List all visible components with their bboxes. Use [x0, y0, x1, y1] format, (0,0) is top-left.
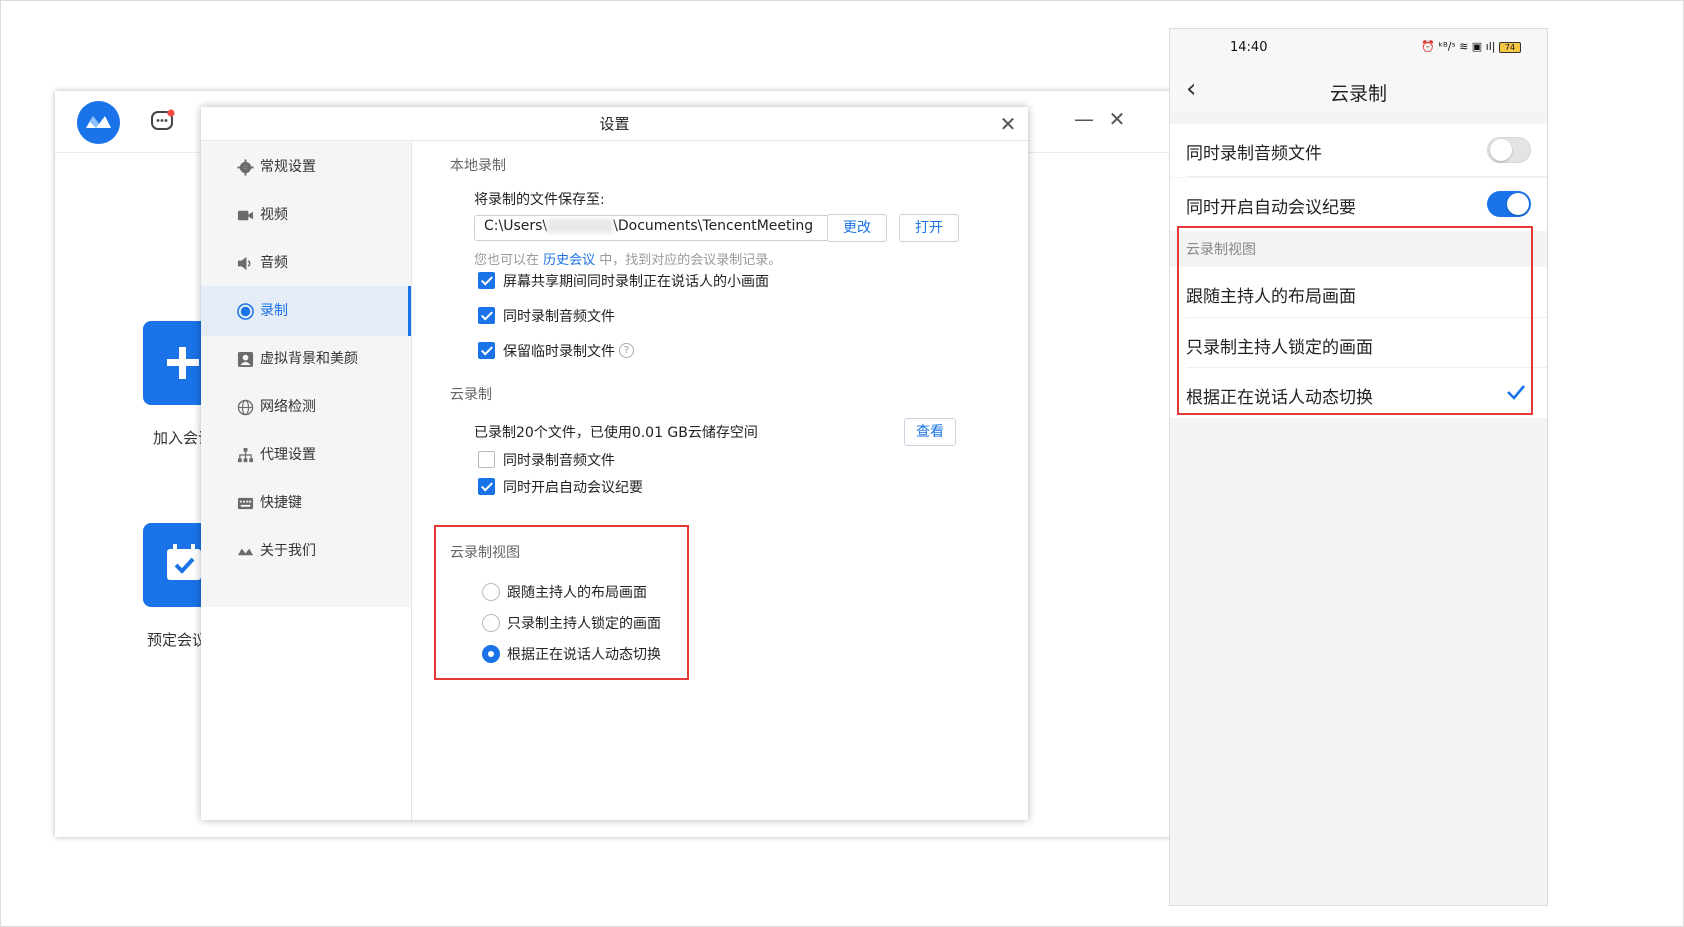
- cloud-option-checkbox[interactable]: [478, 451, 495, 468]
- view-cloud-button[interactable]: 查看: [904, 418, 956, 446]
- cloud-view-option[interactable]: 根据正在说话人动态切换: [482, 644, 662, 664]
- settings-content: 本地录制 将录制的文件保存至: C:\Users\ \Documents\Tenc…: [413, 142, 1028, 820]
- cloud-view-option[interactable]: 跟随主持人的布局画面: [482, 582, 652, 602]
- portrait-icon: [237, 351, 254, 368]
- video-icon: [237, 210, 254, 221]
- sidebar-item-label: 关于我们: [260, 543, 316, 559]
- close-button[interactable]: ✕: [1105, 107, 1129, 131]
- save-to-label: 将录制的文件保存至:: [474, 192, 605, 208]
- cloud-view-radio[interactable]: [482, 645, 500, 663]
- cloud-view-label: 根据正在说话人动态切换: [507, 647, 661, 663]
- cloud-view-radio[interactable]: [482, 583, 500, 601]
- local-option-checkbox[interactable]: [478, 307, 495, 324]
- help-icon[interactable]: ?: [619, 343, 634, 358]
- record-icon: [237, 303, 254, 320]
- path-prefix: C:\Users\: [484, 218, 548, 234]
- sidebar-item-label: 快捷键: [260, 495, 302, 511]
- cloud-option-label: 同时开启自动会议纪要: [503, 480, 643, 496]
- phone-page-title: 云录制: [1329, 83, 1387, 105]
- cloud-option-row[interactable]: 同时录制音频文件: [478, 450, 628, 470]
- phone-toggle-switch[interactable]: [1487, 191, 1531, 217]
- phone-nav-bar: ‹ 云录制: [1170, 67, 1547, 113]
- phone-highlight-box: [1177, 226, 1533, 415]
- dialog-title: 设置: [201, 107, 1028, 141]
- sidebar-item-virtual-background[interactable]: 虚拟背景和美颜: [201, 334, 411, 384]
- speaker-icon: [237, 256, 251, 271]
- sidebar-item-recording[interactable]: 录制: [201, 286, 411, 336]
- phone-toggle-label: 同时开启自动会议纪要: [1186, 198, 1356, 218]
- cloud-option-checkbox[interactable]: [478, 478, 495, 495]
- phone-toggle-row: 同时开启自动会议纪要: [1170, 178, 1547, 231]
- sidebar-item-general[interactable]: 常规设置: [201, 142, 411, 192]
- local-option-checkbox[interactable]: [478, 272, 495, 289]
- chat-icon[interactable]: [149, 108, 176, 135]
- sidebar-item-network-check[interactable]: 网络检测: [201, 382, 411, 432]
- history-meetings-link[interactable]: 历史会议: [543, 253, 595, 268]
- toggle-knob: [1507, 193, 1529, 215]
- sidebar-item-label: 代理设置: [260, 447, 316, 463]
- local-option-label: 保留临时录制文件: [503, 344, 615, 360]
- cloud-recording-title: 云录制: [450, 387, 492, 403]
- cloud-view-label: 跟随主持人的布局画面: [507, 585, 647, 601]
- sidebar-item-shortcuts[interactable]: 快捷键: [201, 478, 411, 528]
- settings-sidebar: 常规设置 视频 音频 录制 虚拟背景和美颜 网络检测 代理设置 快捷键 关于我们: [201, 142, 412, 820]
- phone-toggle-label: 同时录制音频文件: [1186, 144, 1322, 164]
- local-option-row[interactable]: 同时录制音频文件: [478, 306, 628, 326]
- phone-time: 14:40: [1230, 40, 1268, 55]
- app-logo-icon: [77, 101, 120, 144]
- sidebar-item-label: 音频: [260, 255, 288, 271]
- cloud-option-row[interactable]: 同时开启自动会议纪要: [478, 477, 648, 497]
- sidebar-item-label: 常规设置: [260, 159, 316, 175]
- sidebar-item-label: 虚拟背景和美颜: [260, 351, 358, 367]
- change-path-button[interactable]: 更改: [827, 214, 887, 242]
- network-icon: [237, 447, 254, 463]
- open-folder-button[interactable]: 打开: [899, 214, 959, 242]
- local-option-row[interactable]: 屏幕共享期间同时录制正在说话人的小画面: [478, 271, 778, 291]
- local-option-label: 屏幕共享期间同时录制正在说话人的小画面: [503, 274, 769, 290]
- local-option-checkbox[interactable]: [478, 342, 495, 359]
- sidebar-blank-area: [201, 607, 411, 820]
- sidebar-item-proxy[interactable]: 代理设置: [201, 430, 411, 480]
- globe-icon: [237, 399, 254, 416]
- gear-icon: [237, 159, 254, 176]
- sidebar-item-label: 录制: [260, 303, 288, 319]
- redacted-username: [547, 219, 614, 233]
- history-hint: 您也可以在 历史会议 中，找到对应的会议录制记录。: [474, 249, 781, 268]
- logo-icon: [237, 548, 254, 556]
- status-glyphs: ⏰ ᵏᴮ/ˢ ≋ ▣ ıl|: [1421, 40, 1496, 53]
- phone-toggle-row: 同时录制音频文件: [1170, 124, 1547, 177]
- row-divider: [1186, 176, 1547, 177]
- battery-icon: 74: [1499, 41, 1521, 53]
- hint-before: 您也可以在: [474, 253, 544, 268]
- phone-status-bar: 14:40 ⏰ ᵏᴮ/ˢ ≋ ▣ ıl| 74: [1170, 29, 1547, 67]
- sidebar-item-about[interactable]: 关于我们: [201, 526, 411, 576]
- local-option-label: 同时录制音频文件: [503, 309, 615, 325]
- cloud-usage-text: 已录制20个文件，已使用0.01 GB云储存空间: [474, 425, 758, 441]
- local-recording-title: 本地录制: [450, 158, 506, 174]
- settings-dialog: 设置 ✕ 常规设置 视频 音频 录制 虚拟背景和美颜 网络检测 代理设置 快捷键…: [201, 107, 1028, 820]
- minimize-button[interactable]: —: [1072, 107, 1096, 131]
- dialog-close-button[interactable]: ✕: [996, 112, 1020, 136]
- keyboard-icon: [237, 497, 254, 510]
- status-icons: ⏰ ᵏᴮ/ˢ ≋ ▣ ıl| 74: [1421, 40, 1521, 53]
- cloud-option-label: 同时录制音频文件: [503, 453, 615, 469]
- cloud-view-label: 只录制主持人锁定的画面: [507, 616, 661, 632]
- sidebar-item-label: 视频: [260, 207, 288, 223]
- save-path-field[interactable]: C:\Users\ \Documents\TencentMeeting: [474, 215, 838, 241]
- cloud-view-option[interactable]: 只录制主持人锁定的画面: [482, 613, 662, 633]
- hint-after: 中，找到对应的会议录制记录。: [595, 253, 782, 268]
- phone-screen: 14:40 ⏰ ᵏᴮ/ˢ ≋ ▣ ıl| 74 ‹ 云录制 同时录制音频文件 同…: [1169, 28, 1548, 906]
- cloud-view-title: 云录制视图: [450, 545, 520, 561]
- cloud-view-radio[interactable]: [482, 614, 500, 632]
- sidebar-item-audio[interactable]: 音频: [201, 238, 411, 288]
- local-option-row[interactable]: 保留临时录制文件: [478, 341, 628, 361]
- path-suffix: \Documents\TencentMeeting: [613, 218, 814, 234]
- toggle-knob: [1490, 139, 1512, 161]
- sidebar-item-video[interactable]: 视频: [201, 190, 411, 240]
- sidebar-item-label: 网络检测: [260, 399, 316, 415]
- phone-toggle-switch[interactable]: [1487, 137, 1531, 163]
